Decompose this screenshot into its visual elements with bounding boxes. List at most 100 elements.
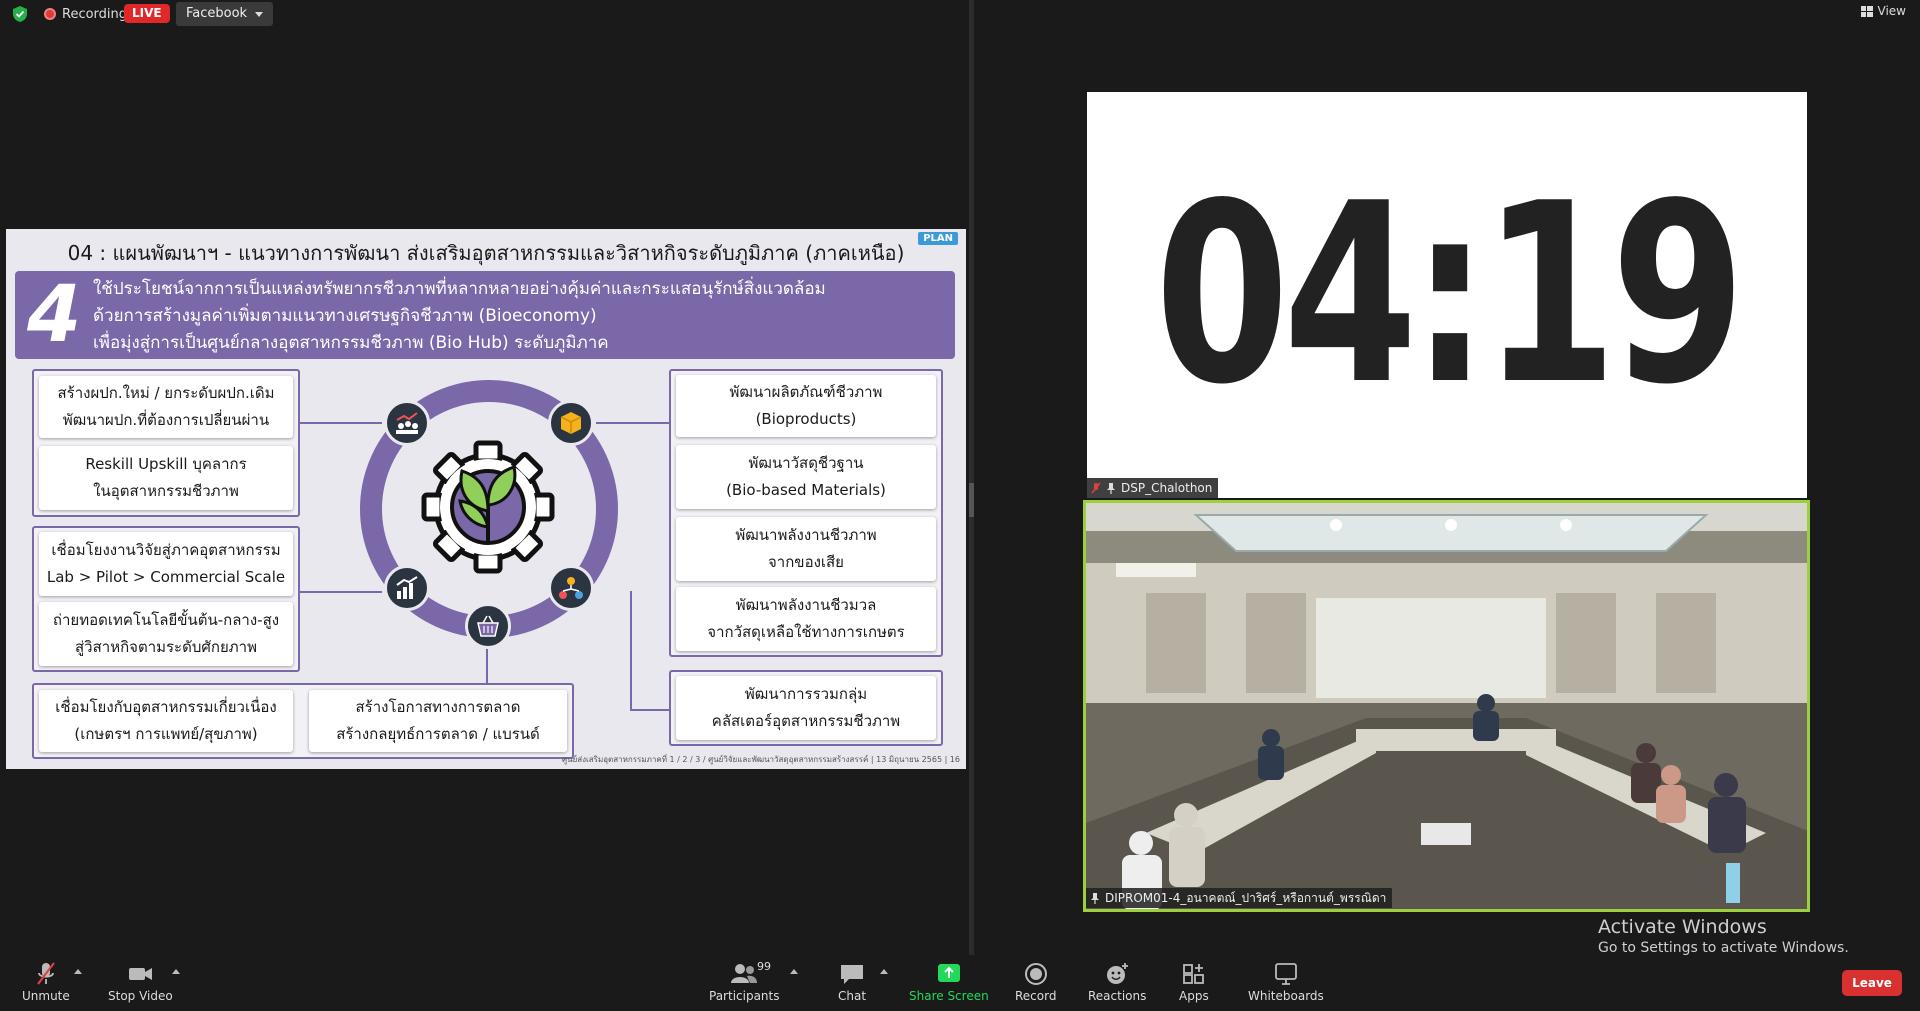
recording-indicator[interactable]: Recording — [44, 4, 127, 24]
countdown-timer: 04:19 — [1154, 151, 1746, 439]
video-options-chevron-icon[interactable] — [172, 969, 180, 974]
pin-icon — [1091, 892, 1099, 904]
strategy-number: 4 — [27, 270, 82, 360]
recording-dot-icon — [44, 8, 56, 20]
card-line: พัฒนาผลิตภัณฑ์ชีวภาพ — [729, 383, 883, 401]
watermark-line-1: Activate Windows — [1598, 916, 1767, 938]
right-card-5: พัฒนาการรวมกลุ่ม คลัสเตอร์อุตสาหกรรมชีวภ… — [676, 676, 936, 740]
card-line: ในอุตสาหกรรมชีวภาพ — [93, 482, 239, 500]
audio-options-chevron-icon[interactable] — [74, 969, 82, 974]
stop-video-label: Stop Video — [108, 989, 173, 1003]
unmute-button[interactable]: Unmute — [22, 961, 70, 1003]
right-card-2: พัฒนาวัสดุชีวฐาน (Bio-based Materials) — [676, 445, 936, 509]
participant-name: DSP_Chalothon — [1121, 481, 1213, 495]
card-line: สร้างโอกาสทางการตลาด — [355, 698, 521, 716]
shared-screen-slide: 04 : แผนพัฒนาฯ - แนวทางการพัฒนา ส่งเสริม… — [6, 229, 966, 769]
timer-video-tile[interactable]: 04:19 — [1087, 92, 1807, 498]
card-line: พัฒนาพลังงานชีวภาพ — [735, 526, 877, 544]
active-speaker-video-tile[interactable] — [1083, 500, 1810, 912]
reactions-label: Reactions — [1088, 989, 1147, 1003]
left-card-1: สร้างผปก.ใหม่ / ยกระดับผปก.เดิม พัฒนาผปก… — [39, 376, 293, 438]
card-line: พัฒนาพลังงานชีวมวล — [735, 596, 877, 614]
chat-label: Chat — [838, 989, 867, 1003]
bar-chart-icon — [384, 565, 430, 611]
card-line: (Bioproducts) — [755, 410, 857, 428]
stop-video-button[interactable]: Stop Video — [108, 961, 173, 1003]
card-line: สู่วิสาหกิจตามระดับศักยภาพ — [75, 638, 257, 656]
participants-label: Participants — [709, 989, 780, 1003]
chat-bubble-icon — [841, 965, 864, 984]
card-line: สร้างผปก.ใหม่ / ยกระดับผปก.เดิม — [57, 384, 275, 402]
strategy-line-1: ใช้ประโยชน์จากการเป็นแหล่งทรัพยากรชีวภาพ… — [93, 279, 826, 299]
video-camera-icon — [129, 968, 153, 980]
meeting-room-video-feed — [1086, 503, 1807, 909]
participants-icon — [731, 964, 758, 983]
right-card-1: พัฒนาผลิตภัณฑ์ชีวภาพ (Bioproducts) — [676, 375, 936, 437]
unmute-label: Unmute — [22, 989, 70, 1003]
bottom-card-1: เชื่อมโยงกับอุตสาหกรรมเกี่ยวเนื่อง (เกษต… — [39, 690, 293, 752]
chevron-down-icon — [255, 11, 264, 17]
strategy-line-2: ด้วยการสร้างมูลค่าเพิ่มตามแนวทางเศรษฐกิจ… — [93, 306, 597, 326]
live-badge[interactable]: LIVE — [124, 4, 170, 23]
smiley-plus-icon — [1107, 963, 1129, 984]
right-card-4: พัฒนาพลังงานชีวมวล จากวัสดุเหลือใช้ทางกา… — [676, 587, 936, 651]
apps-label: Apps — [1179, 989, 1209, 1003]
record-icon — [1024, 963, 1047, 985]
bottom-card-2: สร้างโอกาสทางการตลาด สร้างกลยุทธ์การตลาด… — [309, 690, 567, 752]
top-bar: Recording LIVE Facebook View — [0, 0, 1920, 28]
chat-button[interactable]: Chat — [838, 961, 866, 1003]
card-line: สร้างกลยุทธ์การตลาด / แบรนด์ — [336, 725, 540, 743]
reactions-button[interactable]: Reactions — [1088, 961, 1146, 1003]
stream-target-label: Facebook — [186, 6, 248, 21]
video-participant-name-tag: DIPROM01-4_อนาคตณ์_ปาริศร์_หรือกานต์_พรร… — [1086, 888, 1393, 908]
left-card-2: Reskill Upskill บุคลากร ในอุตสาหกรรมชีวภ… — [39, 446, 293, 510]
plan-badge: PLAN — [918, 232, 958, 245]
participant-name-tag: DSP_Chalothon — [1087, 478, 1219, 498]
whiteboards-button[interactable]: Whiteboards — [1248, 961, 1324, 1003]
apps-button[interactable]: Apps — [1179, 961, 1209, 1003]
strategy-line-3: เพื่อมุ่งสู่การเป็นศูนย์กลางอุตสาหกรรมชี… — [93, 333, 609, 353]
chat-options-chevron-icon[interactable] — [880, 969, 888, 974]
mic-muted-icon — [1091, 482, 1101, 493]
activate-windows-watermark: Activate Windows Go to Settings to activ… — [1598, 916, 1849, 956]
whiteboards-label: Whiteboards — [1248, 989, 1324, 1003]
video-participant-name: DIPROM01-4_อนาคตณ์_ปาริศร์_หรือกานต์_พรร… — [1105, 891, 1387, 905]
cluster-network-icon — [548, 565, 594, 611]
zoom-meeting-window: Recording LIVE Facebook View 04 : แผนพัฒ… — [0, 0, 1920, 1011]
card-line: Lab > Pilot > Commercial Scale — [46, 568, 286, 586]
card-line: จากวัสดุเหลือใช้ทางการเกษตร — [707, 623, 905, 641]
market-basket-icon — [465, 603, 511, 649]
card-line: ถ่ายทอดเทคโนโลยีขั้นต้น-กลาง-สูง — [52, 611, 280, 629]
connector-line — [596, 422, 680, 424]
view-button[interactable]: View — [1860, 4, 1906, 18]
card-line: คลัสเตอร์อุตสาหกรรมชีวภาพ — [711, 712, 901, 730]
connector-line — [300, 422, 382, 424]
card-line: เชื่อมโยงงานวิจัยสู่ภาคอุตสาหกรรม — [51, 541, 281, 559]
share-screen-label: Share Screen — [909, 989, 989, 1003]
security-shield-icon[interactable] — [12, 5, 28, 23]
grid-view-icon — [1860, 5, 1873, 17]
card-line: พัฒนาการรวมกลุ่ม — [744, 685, 868, 703]
split-resize-handle[interactable] — [969, 483, 974, 517]
card-line: Reskill Upskill บุคลากร — [85, 455, 247, 473]
watermark-line-2: Go to Settings to activate Windows. — [1598, 940, 1849, 956]
stream-target-dropdown[interactable]: Facebook — [176, 2, 274, 26]
card-line: (Bio-based Materials) — [726, 481, 886, 499]
share-screen-button[interactable]: Share Screen — [909, 961, 989, 1003]
slide-footer: ศูนย์ส่งเสริมอุตสาหกรรมภาคที่ 1 / 2 / 3 … — [562, 755, 960, 764]
share-screen-icon — [937, 964, 960, 982]
bio-gear-leaf-icon — [421, 440, 555, 574]
left-card-3: เชื่อมโยงงานวิจัยสู่ภาคอุตสาหกรรม Lab > … — [39, 532, 293, 596]
participant-count-badge: 99 — [757, 960, 771, 973]
card-line: พัฒนาผปก.ที่ต้องการเปลี่ยนผ่าน — [62, 411, 270, 429]
record-button[interactable]: Record — [1015, 961, 1056, 1003]
recording-label: Recording — [62, 6, 128, 22]
panel-divider — [969, 0, 974, 960]
participants-options-chevron-icon[interactable] — [790, 969, 798, 974]
view-label: View — [1877, 4, 1906, 18]
pin-icon — [1107, 482, 1115, 494]
whiteboard-icon — [1274, 963, 1297, 985]
leave-button[interactable]: Leave — [1842, 970, 1902, 996]
slide-title: 04 : แผนพัฒนาฯ - แนวทางการพัฒนา ส่งเสริม… — [67, 241, 905, 265]
right-card-3: พัฒนาพลังงานชีวภาพ จากของเสีย — [676, 517, 936, 581]
